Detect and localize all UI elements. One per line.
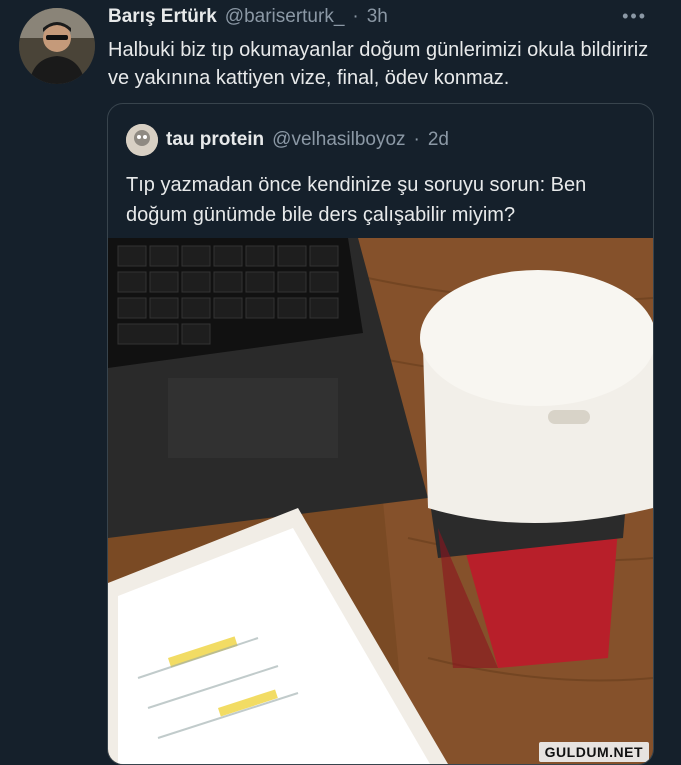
quoted-tweet-text: Tıp yazmadan önce kendinize şu soruyu so…	[126, 174, 587, 226]
laptop-coffee-tablet-photo	[108, 238, 653, 764]
quoted-author-avatar	[126, 124, 158, 156]
author-avatar-image	[19, 8, 95, 84]
header-separator: ·	[352, 6, 359, 27]
quoted-author-name: tau protein	[166, 129, 265, 150]
watermark-logo: GULDUM.NET	[538, 742, 649, 762]
more-options-icon[interactable]: •••	[622, 6, 647, 27]
author-avatar[interactable]	[19, 8, 95, 84]
quoted-tweet-photo[interactable]	[108, 238, 653, 764]
quoted-tweet-card[interactable]: tau protein @velhasilboyoz · 2d Tıp yazm…	[107, 103, 654, 765]
tweet-text: Halbuki biz tıp okumayanlar doğum günler…	[108, 39, 649, 89]
quoted-header-separator: ·	[413, 129, 420, 150]
quoted-author-handle: @velhasilboyoz	[272, 129, 406, 150]
tweet-time[interactable]: 3h	[367, 6, 388, 28]
author-handle[interactable]: @bariserturk_	[225, 6, 345, 28]
tweet-header: Barış Ertürk @bariserturk_ · 3h	[108, 6, 651, 30]
quoted-tweet-header: tau protein @velhasilboyoz · 2d	[126, 124, 449, 156]
author-name[interactable]: Barış Ertürk	[108, 6, 217, 28]
quoted-tweet-time: 2d	[427, 129, 449, 150]
